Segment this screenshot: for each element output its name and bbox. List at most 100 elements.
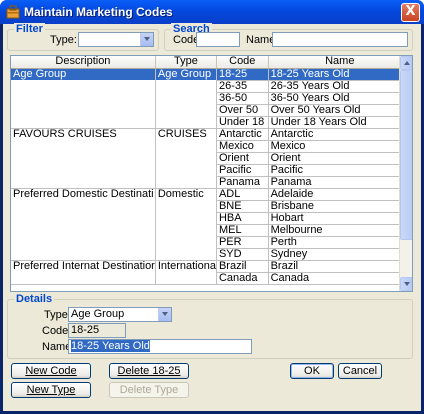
cell-code: Antarctic <box>216 128 269 141</box>
details-name-input[interactable]: 18-25 Years Old <box>68 339 252 354</box>
app-icon <box>6 5 20 19</box>
scroll-thumb[interactable] <box>400 70 412 240</box>
title-bar[interactable]: Maintain Marketing Codes X <box>0 0 424 24</box>
cell-type-empty <box>155 104 217 116</box>
cancel-button[interactable]: Cancel <box>338 363 382 379</box>
cell-name: Melbourne <box>268 224 412 237</box>
table-row[interactable]: HBA Hobart <box>11 212 412 225</box>
cell-type: Domestic <box>155 188 217 200</box>
cell-code: Brazil <box>216 260 269 273</box>
cell-name: Adelaide <box>268 188 412 201</box>
cell-type-empty <box>155 212 217 224</box>
cell-description-empty <box>11 116 156 129</box>
cell-description-empty <box>11 80 156 92</box>
cell-code: 18-25 <box>216 68 269 81</box>
cell-name: Under 18 Years Old <box>268 116 412 129</box>
table-row[interactable]: FAVOURS CRUISES CRUISES Antarctic Antarctic <box>11 128 412 141</box>
new-type-button[interactable]: New Type <box>11 382 91 398</box>
table-row[interactable]: Panama Panama <box>11 176 412 189</box>
search-name-input[interactable] <box>272 32 408 47</box>
cell-description-empty <box>11 272 156 285</box>
column-header-code[interactable]: Code <box>216 56 269 69</box>
table-row[interactable]: BNE Brisbane <box>11 200 412 213</box>
grid-vertical-scrollbar[interactable] <box>399 56 412 291</box>
cell-name: 26-35 Years Old <box>268 80 412 93</box>
chevron-down-icon[interactable] <box>158 308 171 321</box>
details-type-select[interactable]: Age Group <box>68 307 172 322</box>
column-header-name[interactable]: Name <box>268 56 412 69</box>
details-code-input[interactable]: 18-25 <box>68 323 126 338</box>
cell-type-empty <box>155 164 217 176</box>
cell-code: HBA <box>216 212 269 225</box>
new-code-button[interactable]: New Code <box>11 363 91 379</box>
table-row[interactable]: Preferred Internat Destinatior Internatio… <box>11 260 412 273</box>
table-row[interactable]: Mexico Mexico <box>11 140 412 153</box>
details-group: Details Type: Age Group Code: 18-25 Name… <box>7 293 413 359</box>
ok-button[interactable]: OK <box>290 363 334 379</box>
cell-name: Orient <box>268 152 412 165</box>
grid-header-row: Description Type Code Name <box>11 56 412 69</box>
cell-name: Panama <box>268 176 412 189</box>
table-row[interactable]: PER Perth <box>11 236 412 249</box>
cell-description-empty <box>11 164 156 176</box>
close-button[interactable]: X <box>401 3 420 22</box>
column-header-type[interactable]: Type <box>155 56 217 69</box>
table-row[interactable]: SYD Sydney <box>11 248 412 261</box>
scroll-down-icon[interactable] <box>400 277 412 291</box>
table-row[interactable]: 36-50 36-50 Years Old <box>11 92 412 105</box>
filter-group-title: Filter <box>14 23 45 35</box>
column-header-description[interactable]: Description <box>11 56 156 69</box>
delete-code-button[interactable]: Delete 18-25 <box>109 363 189 379</box>
cell-code: Under 18 <box>216 116 269 129</box>
details-group-title: Details <box>14 293 55 305</box>
table-row[interactable]: Under 18 Under 18 Years Old <box>11 116 412 129</box>
dialog-client: Filter Type: Search Code: Name: Descript… <box>3 23 421 411</box>
table-row[interactable]: 26-35 26-35 Years Old <box>11 80 412 93</box>
cell-type-empty <box>155 272 217 285</box>
table-row[interactable]: Preferred Domestic Destinati Domestic ADL A… <box>11 188 412 201</box>
cell-name: Perth <box>268 236 412 249</box>
cell-code: MEL <box>216 224 269 237</box>
cell-name: Over 50 Years Old <box>268 104 412 117</box>
codes-grid[interactable]: Description Type Code Name Age Group Age … <box>10 55 413 292</box>
table-row[interactable]: Orient Orient <box>11 152 412 165</box>
chevron-down-icon[interactable] <box>140 33 153 46</box>
window-title: Maintain Marketing Codes <box>24 5 173 19</box>
table-row[interactable]: MEL Melbourne <box>11 224 412 237</box>
cell-description-empty <box>11 104 156 116</box>
filter-type-label: Type: <box>50 34 77 46</box>
cell-type-empty <box>155 116 217 129</box>
cell-type-empty <box>155 236 217 248</box>
cell-type-empty <box>155 224 217 236</box>
scroll-up-icon[interactable] <box>400 56 412 70</box>
cell-code: Mexico <box>216 140 269 153</box>
new-type-button-label: New Type <box>26 384 76 396</box>
cell-description: Preferred Internat Destinatior <box>11 260 156 272</box>
cell-name: Brisbane <box>268 200 412 213</box>
cell-code: ADL <box>216 188 269 201</box>
cell-description-empty <box>11 248 156 261</box>
new-code-button-label: New Code <box>25 365 77 377</box>
cell-code: PER <box>216 236 269 249</box>
table-row[interactable]: Canada Canada <box>11 272 412 285</box>
table-row[interactable]: Over 50 Over 50 Years Old <box>11 104 412 117</box>
cell-description: Age Group <box>11 68 156 80</box>
search-code-input[interactable] <box>196 32 240 47</box>
cell-code: Pacific <box>216 164 269 177</box>
cell-code: 36-50 <box>216 92 269 105</box>
cell-description-empty <box>11 92 156 104</box>
delete-code-button-label: Delete 18-25 <box>117 365 181 377</box>
delete-type-button: Delete Type <box>109 382 189 398</box>
cell-code: Over 50 <box>216 104 269 117</box>
cell-code: SYD <box>216 248 269 261</box>
cell-name: Hobart <box>268 212 412 225</box>
cell-description-empty <box>11 224 156 236</box>
filter-group: Filter Type: <box>7 23 159 51</box>
table-row[interactable]: Age Group Age Group 18-25 18-25 Years Old <box>11 68 412 81</box>
cell-description-empty <box>11 236 156 248</box>
table-row[interactable]: Pacific Pacific <box>11 164 412 177</box>
filter-type-select[interactable] <box>78 32 154 47</box>
cell-name: Pacific <box>268 164 412 177</box>
cell-description-empty <box>11 200 156 212</box>
search-group: Search Code: Name: <box>164 23 413 51</box>
